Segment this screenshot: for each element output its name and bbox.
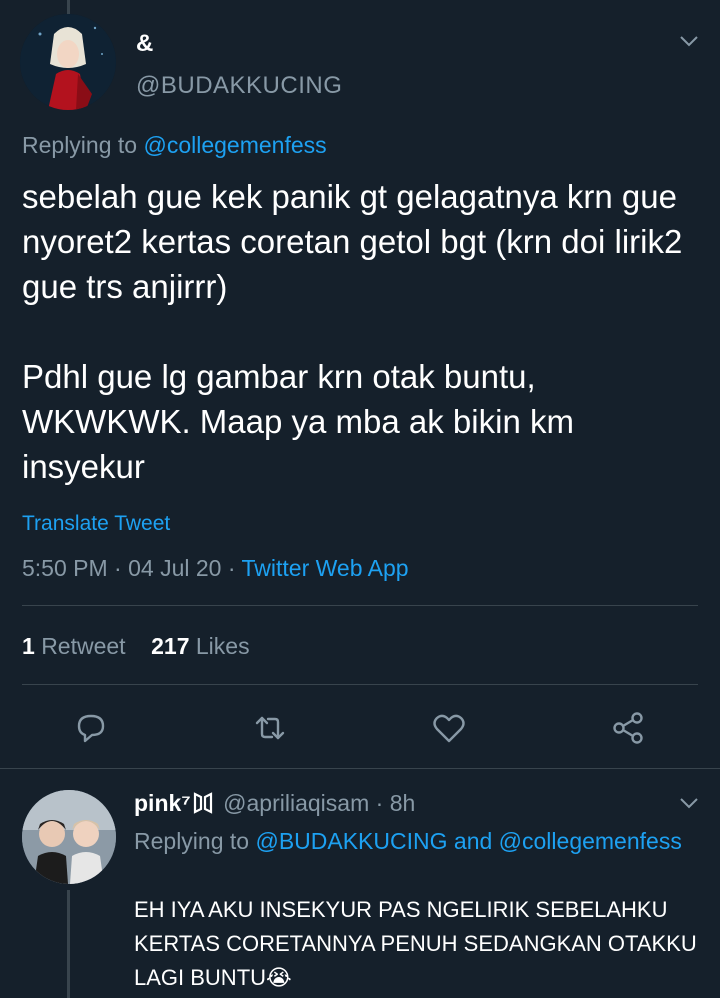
tweet-time: 5:50 PM xyxy=(22,555,108,581)
translate-tweet-link[interactable]: Translate Tweet xyxy=(22,512,170,536)
avatar[interactable] xyxy=(20,14,116,110)
reply-avatar[interactable] xyxy=(22,790,116,884)
engagement-stats: 1 Retweet 217 Likes xyxy=(22,633,250,660)
retweet-label: Retweet xyxy=(41,633,126,659)
tweet-date: 04 Jul 20 xyxy=(128,555,222,581)
divider xyxy=(22,605,698,606)
replying-to: Replying to @collegemenfess xyxy=(22,132,327,159)
meta-separator: · xyxy=(227,555,242,581)
avatar-image xyxy=(20,14,116,110)
likes-stat[interactable]: 217 Likes xyxy=(151,633,249,659)
section-divider xyxy=(0,768,720,769)
tweet-text: sebelah gue kek panik gt gelagatnya krn … xyxy=(22,178,683,485)
tweet-source-link[interactable]: Twitter Web App xyxy=(242,555,409,581)
retweet-count: 1 xyxy=(22,633,35,659)
divider xyxy=(22,684,698,685)
chevron-down-icon[interactable] xyxy=(678,792,700,814)
reply-age: 8h xyxy=(389,790,416,816)
replying-handles-link[interactable]: @BUDAKKUCING and @collegemenfess xyxy=(255,828,681,854)
retweets-stat[interactable]: 1 Retweet xyxy=(22,633,126,659)
tweet-meta: 5:50 PM · 04 Jul 20 · Twitter Web App xyxy=(22,555,409,582)
user-handle[interactable]: @BUDAKKUCING xyxy=(136,72,342,100)
replying-handle-link[interactable]: @collegemenfess xyxy=(143,132,326,158)
reply-handle[interactable]: @apriliaqisam xyxy=(223,790,369,816)
meta-separator: · xyxy=(114,555,129,581)
reply-replying-to: Replying to @BUDAKKUCING and @collegemen… xyxy=(134,825,694,857)
like-icon[interactable] xyxy=(429,708,469,748)
retweet-icon[interactable] xyxy=(250,708,290,748)
reply-icon[interactable] xyxy=(71,708,111,748)
reply-text: EH IYA AKU INSEKYUR PAS NGELIRIK SEBELAH… xyxy=(134,897,697,990)
bts-logo-icon xyxy=(193,792,212,814)
thread-line xyxy=(67,0,70,14)
reply-avatar-image xyxy=(22,790,116,884)
share-icon[interactable] xyxy=(608,708,648,748)
thread-line xyxy=(67,890,70,998)
replying-prefix: Replying to xyxy=(134,828,256,854)
like-label: Likes xyxy=(195,633,250,659)
reply-display-name[interactable]: pink⁷ xyxy=(134,790,191,816)
display-name[interactable]: & xyxy=(136,30,153,58)
replying-prefix: Replying to xyxy=(22,132,144,158)
chevron-down-icon[interactable] xyxy=(678,30,700,52)
meta-separator: · xyxy=(375,790,390,816)
like-count: 217 xyxy=(151,633,190,659)
reply-header: pink⁷ @apriliaqisam · 8h xyxy=(134,790,415,817)
